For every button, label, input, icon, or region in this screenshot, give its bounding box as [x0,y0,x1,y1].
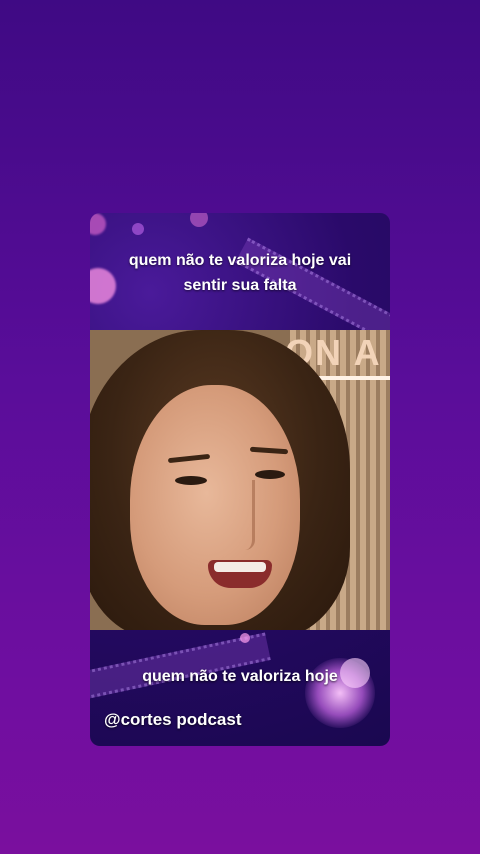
caption-bottom: quem não te valoriza hoje [142,668,338,685]
video-card[interactable]: quem não te valoriza hoje vai sentir sua… [90,213,390,746]
nose [230,480,255,550]
bokeh-light [240,633,250,643]
eye [255,470,285,479]
person-face [130,385,300,625]
video-frame[interactable]: ON A [90,330,390,630]
caption-top: quem não te valoriza hoje vai sentir sua… [128,252,352,294]
eye [175,476,207,485]
bokeh-light [190,213,208,227]
channel-handle[interactable]: @cortes podcast [104,710,242,730]
bokeh-light [90,213,106,235]
teeth [214,562,266,572]
bokeh-light [132,223,144,235]
